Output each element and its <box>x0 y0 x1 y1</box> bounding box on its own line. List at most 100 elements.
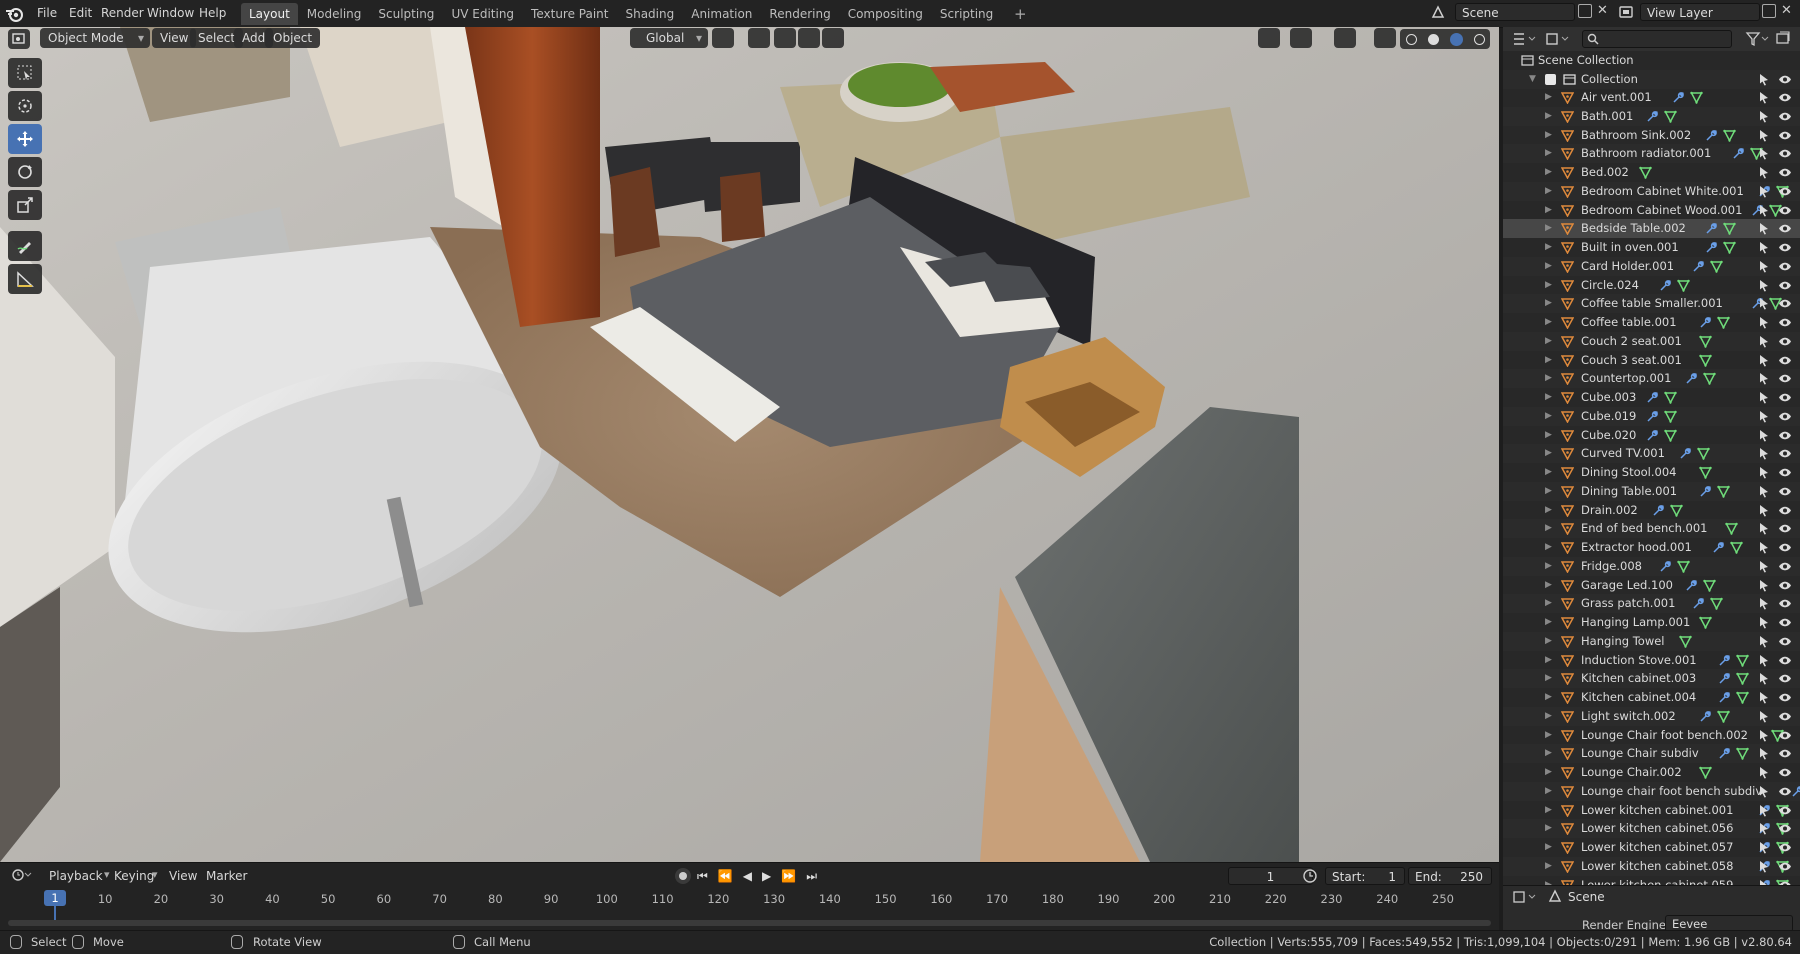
eye-icon[interactable] <box>1778 167 1792 178</box>
outliner-item[interactable]: ▶ Dining Stool.004 <box>1503 463 1800 482</box>
mesh-data-icon[interactable] <box>1723 222 1736 236</box>
eye-icon[interactable] <box>1778 74 1792 85</box>
eye-icon[interactable] <box>1778 430 1792 441</box>
eye-icon[interactable] <box>1778 148 1792 159</box>
transform-orientation-dropdown[interactable]: Global ▾ <box>630 28 708 48</box>
expand-arrow-icon[interactable]: ▶ <box>1545 857 1552 876</box>
rendered-shading-icon[interactable] <box>1473 33 1485 45</box>
overlays-icon[interactable] <box>1334 28 1356 48</box>
mesh-data-icon[interactable] <box>1703 372 1717 386</box>
outliner-item[interactable]: ▶ Coffee table Smaller.001 <box>1503 294 1800 314</box>
outliner-item[interactable]: ▶ Cube.020 <box>1503 426 1800 445</box>
eye-icon[interactable] <box>1778 767 1792 778</box>
solid-shading-icon[interactable] <box>1427 33 1439 45</box>
modifier-icon[interactable] <box>1699 316 1712 329</box>
outliner-item[interactable]: ▶ Lounge Chair subdiv <box>1503 744 1800 764</box>
mesh-data-icon[interactable] <box>1716 485 1730 498</box>
tab-shading[interactable]: Shading <box>617 3 682 25</box>
outliner-item[interactable]: ▶ Bathroom Sink.002 <box>1503 126 1800 145</box>
outliner-item[interactable]: ▶ Lounge Chair.002 <box>1503 763 1800 782</box>
eye-icon[interactable] <box>1778 111 1792 122</box>
outliner-item[interactable]: ▶ Lower kitchen cabinet.056 <box>1503 819 1800 839</box>
outliner-item[interactable]: ▶ Lower kitchen cabinet.058 <box>1503 856 1800 876</box>
eye-icon[interactable] <box>1778 242 1792 253</box>
mesh-data-icon[interactable] <box>1736 691 1750 704</box>
outliner-item[interactable]: ▶ Couch 3 seat.001 <box>1503 351 1800 370</box>
modifier-icon[interactable] <box>1699 710 1712 723</box>
eye-icon[interactable] <box>1778 561 1792 572</box>
modifier-icon[interactable] <box>1646 429 1659 442</box>
end-frame-field[interactable]: End: 250 <box>1408 867 1492 885</box>
modifier-icon[interactable] <box>1646 110 1659 123</box>
eye-icon[interactable] <box>1778 842 1792 853</box>
eye-icon[interactable] <box>1778 336 1792 347</box>
mesh-data-icon[interactable] <box>1697 447 1710 461</box>
modifier-icon[interactable] <box>1692 260 1705 273</box>
eye-icon[interactable] <box>1778 317 1792 328</box>
select-box-icon[interactable] <box>8 58 42 88</box>
modifier-icon[interactable] <box>1718 654 1731 667</box>
eye-icon[interactable] <box>1778 186 1792 197</box>
outliner-item[interactable]: ▶ Induction Stove.001 <box>1503 651 1800 670</box>
eye-icon[interactable] <box>1778 655 1792 666</box>
eye-icon[interactable] <box>1778 373 1792 384</box>
outliner-item[interactable]: ▶ Couch 2 seat.001 <box>1503 331 1800 351</box>
eye-icon[interactable] <box>1778 392 1792 403</box>
outliner-item[interactable]: ▶ Bathroom radiator.001 <box>1503 144 1800 164</box>
menu-help[interactable]: Help <box>199 4 226 23</box>
blender-logo-icon[interactable] <box>4 3 26 25</box>
select-arrow-icon[interactable] <box>1758 860 1770 873</box>
select-arrow-icon[interactable] <box>1758 241 1770 254</box>
modifier-icon[interactable] <box>1679 447 1692 460</box>
outliner-item[interactable]: ▶ Air vent.001 <box>1503 88 1800 107</box>
eye-icon[interactable] <box>1778 486 1792 497</box>
select-arrow-icon[interactable] <box>1758 522 1770 535</box>
outliner-item[interactable]: ▶ Bed.002 <box>1503 163 1800 182</box>
select-arrow-icon[interactable] <box>1758 372 1770 385</box>
eye-icon[interactable] <box>1778 786 1792 797</box>
close-view-layer-icon[interactable]: ✕ <box>1781 4 1795 18</box>
eye-icon[interactable] <box>1778 298 1792 309</box>
eye-icon[interactable] <box>1778 92 1792 103</box>
mesh-data-icon[interactable] <box>1664 391 1677 404</box>
menu-timeline-view[interactable]: View <box>169 868 197 884</box>
select-arrow-icon[interactable] <box>1758 73 1770 86</box>
eye-icon[interactable] <box>1778 673 1792 684</box>
add-workspace-icon[interactable]: + <box>1002 3 1038 25</box>
modifier-icon[interactable] <box>1672 91 1685 104</box>
eye-icon[interactable] <box>1778 692 1792 703</box>
next-keyframe-icon[interactable]: ⏩ <box>781 867 796 885</box>
outliner-item[interactable]: ▶ Bedside Table.002 <box>1503 219 1800 239</box>
select-arrow-icon[interactable] <box>1758 335 1770 348</box>
outliner-item[interactable]: ▶ Bath.001 <box>1503 106 1800 126</box>
tab-uv-editing[interactable]: UV Editing <box>443 3 522 25</box>
expand-arrow-icon[interactable]: ▶ <box>1545 182 1552 201</box>
falloff-icon[interactable] <box>822 28 844 48</box>
modifier-icon[interactable] <box>1652 504 1665 517</box>
menu-file[interactable]: File <box>37 4 57 23</box>
view-layer-field[interactable]: View Layer <box>1640 3 1760 21</box>
expand-arrow-icon[interactable]: ▶ <box>1545 482 1552 501</box>
outliner-item[interactable]: ▶ Cube.019 <box>1503 406 1800 426</box>
expand-arrow-icon[interactable]: ▶ <box>1545 238 1552 257</box>
expand-arrow-icon[interactable]: ▶ <box>1545 688 1552 707</box>
select-arrow-icon[interactable] <box>1758 504 1770 517</box>
expand-arrow-icon[interactable]: ▶ <box>1545 294 1552 313</box>
scene-field[interactable]: Scene <box>1455 3 1575 21</box>
eye-icon[interactable] <box>1778 448 1792 459</box>
tab-sculpting[interactable]: Sculpting <box>370 3 442 25</box>
timeline-scrollbar[interactable] <box>8 920 1491 926</box>
mesh-data-icon[interactable] <box>1698 466 1712 479</box>
expand-arrow-icon[interactable]: ▶ <box>1545 501 1552 520</box>
select-arrow-icon[interactable] <box>1758 354 1770 367</box>
measure-icon[interactable] <box>8 264 42 294</box>
outliner-item[interactable]: ▶ Lower kitchen cabinet.057 <box>1503 838 1800 857</box>
expand-arrow-icon[interactable]: ▶ <box>1545 201 1552 220</box>
eye-icon[interactable] <box>1778 205 1792 216</box>
expand-arrow-icon[interactable]: ▶ <box>1545 107 1552 126</box>
select-arrow-icon[interactable] <box>1758 597 1770 610</box>
tab-compositing[interactable]: Compositing <box>840 3 931 25</box>
modifier-icon[interactable] <box>1705 222 1718 235</box>
select-arrow-icon[interactable] <box>1758 691 1770 704</box>
outliner-item[interactable]: ▶ Kitchen cabinet.004 <box>1503 688 1800 707</box>
